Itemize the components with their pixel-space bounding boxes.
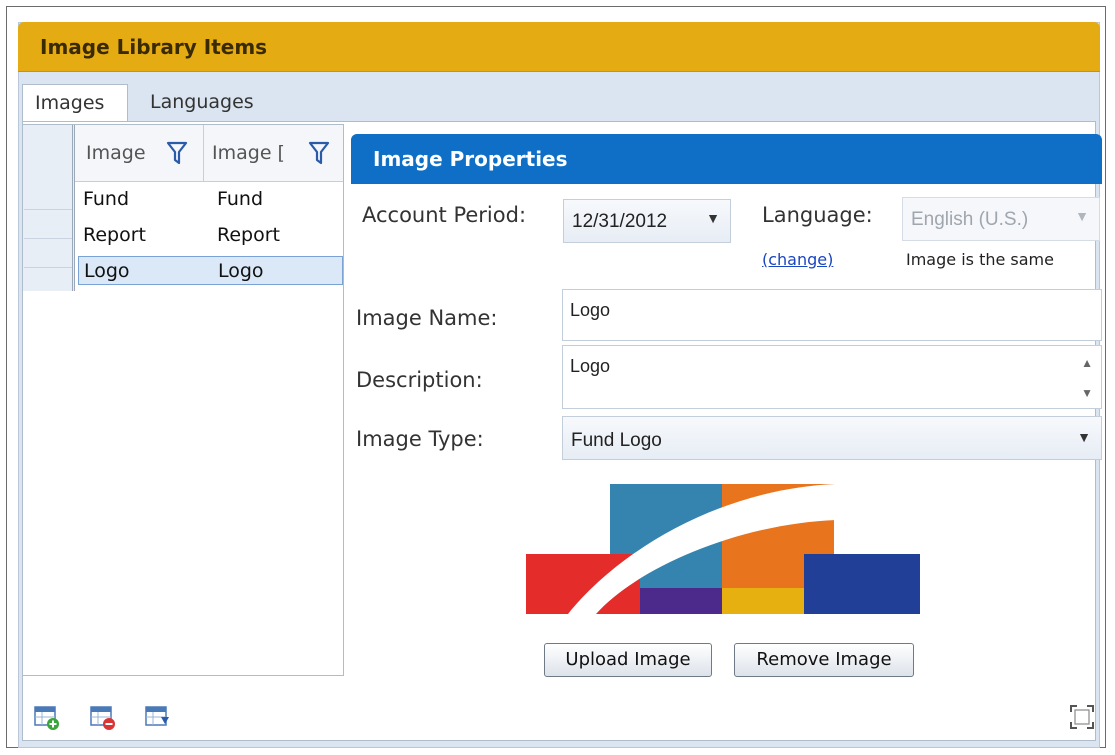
scroll-down-icon[interactable]: ▼ [1081,386,1093,400]
chevron-down-icon: ▼ [1077,429,1091,445]
maximize-icon[interactable] [1068,703,1096,731]
column-header-label: Image [ [212,142,285,164]
filter-icon[interactable] [308,141,330,165]
table-cell: Report [83,224,146,246]
column-header-label: Image [86,142,146,164]
account-period-label: Account Period: [362,203,527,227]
image-properties-title: Image Properties [373,147,568,171]
row-selector[interactable] [24,181,72,210]
account-period-dropdown[interactable]: 12/31/2012 ▼ [563,199,731,243]
table-cell: Fund [217,188,264,210]
image-name-label: Image Name: [356,306,498,330]
language-label: Language: [762,203,873,227]
table-cell: Report [217,224,280,246]
image-name-input[interactable]: Logo [562,289,1102,341]
image-properties-header: Image Properties [351,134,1102,184]
row-selector[interactable] [24,239,72,268]
table-cell: Fund [83,188,130,210]
table-cell: Logo [218,260,264,282]
description-value: Logo [570,356,611,376]
row-selector-column [23,125,75,291]
table-row-selected[interactable]: Logo Logo [78,256,343,285]
export-icon[interactable] [145,705,171,731]
tab-images[interactable]: Images [22,84,128,122]
image-name-value: Logo [570,300,611,320]
change-language-link[interactable]: (change) [762,250,833,269]
panel-title: Image Library Items [40,35,268,59]
account-period-value: 12/31/2012 [572,211,668,232]
chevron-down-icon: ▼ [706,210,720,226]
chevron-down-icon: ▼ [1075,208,1089,224]
column-header-image[interactable]: Image [78,125,204,181]
filter-icon[interactable] [166,141,188,165]
add-row-icon[interactable] [34,705,60,731]
column-header-image-description[interactable]: Image [ [204,125,343,181]
delete-row-icon[interactable] [90,705,116,731]
image-type-dropdown[interactable]: Fund Logo ▼ [562,416,1102,460]
remove-image-button[interactable]: Remove Image [734,643,914,677]
description-label: Description: [356,368,483,392]
language-value: English (U.S.) [911,209,1029,230]
panel-title-bar: Image Library Items [18,22,1100,72]
image-type-label: Image Type: [356,427,484,451]
fund-logo-image [526,484,920,614]
image-type-value: Fund Logo [571,430,662,451]
description-textarea[interactable]: Logo ▲ ▼ [562,345,1102,409]
upload-image-button[interactable]: Upload Image [544,643,712,677]
scroll-up-icon[interactable]: ▲ [1081,356,1093,370]
table-cell: Logo [84,260,130,282]
tab-languages[interactable]: Languages [138,84,266,120]
table-row[interactable]: Report Report [78,221,343,250]
row-selector[interactable] [24,210,72,239]
language-dropdown: English (U.S.) ▼ [902,197,1100,241]
image-grid: Image Image [ Fund Fund Report Report Lo… [22,124,344,676]
image-same-note: Image is the same [906,250,1054,269]
table-row[interactable]: Fund Fund [78,185,343,214]
